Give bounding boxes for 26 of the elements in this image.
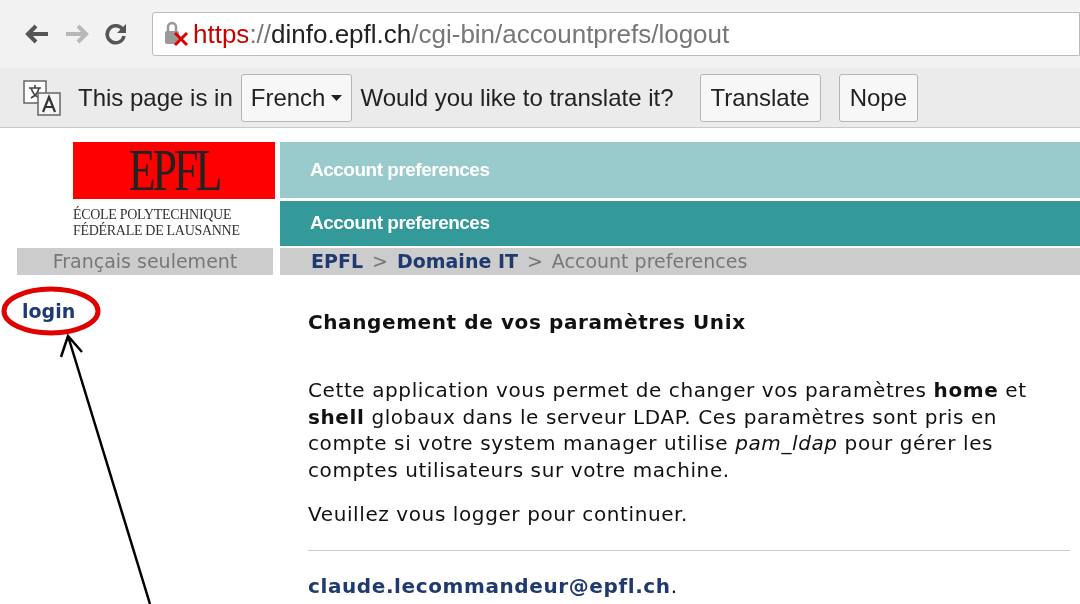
translate-bar-button[interactable]: Translate [699,73,821,122]
school-name: ÉCOLE POLYTECHNIQUE FÉDÉRALE DE LAUSANNE [73,207,241,239]
email-link[interactable]: claude.lecommandeur@epfl.ch [308,570,671,601]
content-heading: Changement de vos paramètres Unix [308,309,747,336]
url-text: https://dinfo.epfl.ch/cgi-bin/accountprefs/logout [193,17,730,51]
epfl-logo[interactable]: EPFL [73,142,275,199]
email-suffix: . [670,572,678,600]
translate-bar-button[interactable]: Nope [838,73,919,122]
breadcrumb-link[interactable]: Domaine IT [396,248,518,275]
breadcrumb-current: Account preferences [551,249,748,274]
language-note: Français seulement [17,248,273,275]
language-select[interactable]: French [240,73,353,122]
address-bar[interactable]: https://dinfo.epfl.ch/cgi-bin/accountprefs/logout [152,12,1080,56]
content-paragraph: Veuillez vous logger pour continuer. [308,501,690,528]
dropdown-caret-icon [331,94,343,101]
content-paragraph: Cette application vous permet de changer vos paramètres home et shell globaux dans le serveur LDAP. Ces paramètres sont pris en compte si votre system manager utilise pam_ldap pour gérer les comptes utilisateurs sur votre machine. [308,377,1028,483]
reload-icon[interactable] [104,22,128,46]
page-title-bar: Account preferences [280,201,1080,246]
translate-question: Would you like to translate it? [360,82,674,113]
back-icon[interactable] [24,23,50,45]
breadcrumb-link[interactable]: EPFL [311,248,363,275]
translate-prompt: This page is in [78,82,233,113]
site-title-bar: Account preferences [280,142,1080,198]
breadcrumb-separator: > [372,249,388,274]
breadcrumb-separator: > [526,249,543,274]
translate-icon [22,78,62,117]
